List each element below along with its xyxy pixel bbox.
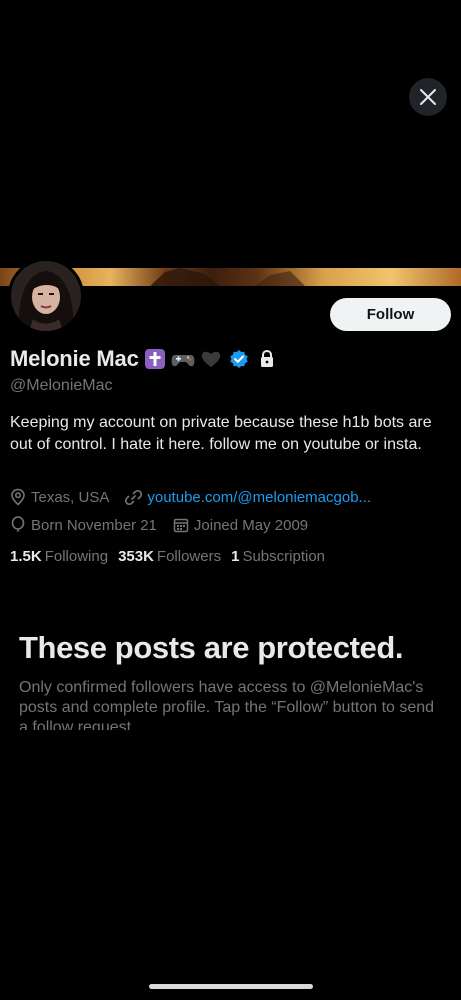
calendar-icon: [173, 518, 189, 533]
close-icon: [420, 89, 436, 105]
following-stat[interactable]: 1.5K Following: [10, 548, 108, 565]
profile-stats: 1.5K Following 353K Followers 1 Subscriptio…: [10, 548, 335, 565]
balloon-icon: [11, 516, 25, 532]
subscriptions-label: Subscription: [242, 548, 325, 565]
profile-bio: Keeping my account on private because th…: [10, 414, 432, 453]
protected-posts-title: These posts are protected.: [19, 630, 404, 665]
gamepad-emoji: [171, 347, 195, 371]
subscriptions-stat[interactable]: 1 Subscription: [231, 548, 325, 565]
avatar[interactable]: [8, 258, 84, 334]
following-label: Following: [44, 548, 109, 565]
location-pin-icon: [11, 488, 25, 506]
link-icon: [125, 489, 143, 505]
name-row: Melonie Mac: [10, 344, 279, 374]
following-count: 1.5K: [10, 548, 42, 565]
cross-emoji: [143, 347, 167, 371]
meta-row-birthday-joined: Born November 21 Joined May 2009: [10, 516, 324, 534]
subscriptions-count: 1: [231, 548, 240, 565]
website-link[interactable]: youtube.com/@meloniemacgob...: [147, 489, 371, 506]
follow-button[interactable]: Follow: [330, 298, 451, 331]
meta-row-location-website: Texas, USA youtube.com/@meloniemacgob...: [10, 488, 387, 506]
website[interactable]: youtube.com/@meloniemacgob...: [125, 489, 371, 506]
followers-stat[interactable]: 353K Followers: [118, 548, 221, 565]
verified-badge-icon[interactable]: [227, 347, 251, 371]
birthday-text: Born November 21: [31, 516, 157, 534]
protected-posts-body: Only confirmed followers have access to …: [19, 679, 435, 730]
display-name: Melonie Mac: [10, 346, 139, 371]
close-button[interactable]: [409, 78, 447, 116]
black-heart-emoji: [199, 347, 223, 371]
lock-icon: [255, 347, 279, 371]
birthday: Born November 21: [10, 516, 157, 534]
joined-date: Joined May 2009: [173, 517, 308, 534]
profile-handle: @MelonieMac: [10, 377, 113, 394]
location: Texas, USA: [10, 488, 109, 506]
followers-count: 353K: [118, 548, 154, 565]
followers-label: Followers: [156, 548, 222, 565]
location-text: Texas, USA: [31, 488, 110, 506]
joined-text: Joined May 2009: [193, 516, 309, 534]
avatar-image: [11, 261, 81, 331]
home-indicator[interactable]: [149, 984, 313, 989]
